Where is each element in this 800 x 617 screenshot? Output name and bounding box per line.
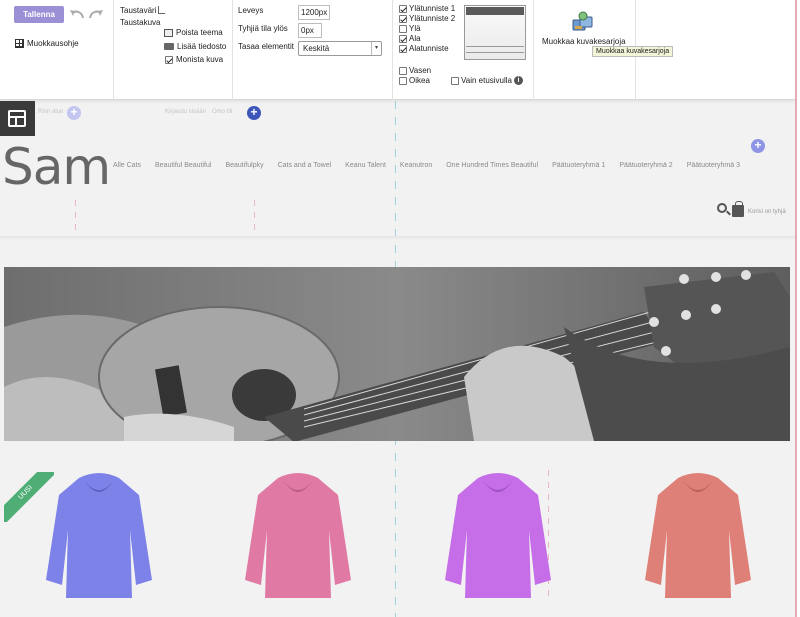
- preview-line: [466, 46, 524, 47]
- redo-icon[interactable]: [87, 6, 105, 22]
- main-navigation: Alle Cats Beautiful Beautiful Beautifulp…: [113, 162, 754, 169]
- product-hoodie[interactable]: [243, 470, 353, 602]
- hero-banner-image[interactable]: [4, 267, 790, 441]
- nav-item[interactable]: Päätuoteryhmä 2: [619, 162, 672, 169]
- top-label: Ylä: [409, 24, 421, 33]
- save-button[interactable]: Tallenna: [14, 6, 64, 23]
- layout-preview: [464, 5, 526, 60]
- left-toggle[interactable]: Vasen: [399, 66, 431, 75]
- header1-label: Ylätunniste 1: [409, 4, 456, 13]
- bottom-checkbox[interactable]: [399, 34, 407, 43]
- add-element-button[interactable]: +: [751, 139, 765, 153]
- footer-toggle[interactable]: Alatunniste: [399, 44, 449, 53]
- product-hoodie[interactable]: [44, 470, 154, 602]
- add-file-button[interactable]: Lisää tiedosto: [164, 42, 226, 51]
- preview-header-bar: [466, 7, 524, 15]
- toolbar-section-layout: Leveys 1200px Tyhjiä tila ylös 0px Tasaa…: [233, 0, 393, 100]
- width-label: Leveys: [238, 6, 264, 15]
- search-icon[interactable]: [717, 203, 727, 213]
- guide-marker: [254, 200, 255, 236]
- header-divider: [0, 236, 796, 240]
- faint-account-text: Omo tili: [212, 109, 233, 115]
- faint-top-left-text: Rinn alue: [38, 109, 64, 115]
- header2-checkbox[interactable]: [399, 14, 407, 23]
- remove-theme-button[interactable]: Poista teema: [164, 28, 223, 37]
- nav-item[interactable]: Cats and a Towel: [278, 162, 332, 169]
- product-hoodie[interactable]: [443, 470, 553, 602]
- header2-toggle[interactable]: Ylätunniste 2: [399, 14, 455, 23]
- bottom-label: Ala: [409, 34, 421, 43]
- nav-item[interactable]: Keanu Talent: [345, 162, 386, 169]
- duplicate-image-checkbox[interactable]: [165, 55, 173, 64]
- left-checkbox[interactable]: [399, 66, 407, 75]
- header1-toggle[interactable]: Ylätunniste 1: [399, 4, 455, 13]
- editor-screen: Tallenna Muokkausohje Taustaväri Taustak…: [0, 0, 800, 617]
- shopping-bag-icon[interactable]: [732, 201, 744, 217]
- top-space-label: Tyhjiä tila ylös: [238, 24, 288, 33]
- nav-item[interactable]: Beautifulpky: [225, 162, 263, 169]
- color-swatch-icon: [158, 6, 166, 14]
- top-checkbox[interactable]: [399, 24, 407, 33]
- nav-item[interactable]: Päätuoteryhmä 1: [552, 162, 605, 169]
- align-select-value: Keskitä: [303, 44, 330, 53]
- bottom-toggle[interactable]: Ala: [399, 34, 421, 43]
- add-file-label: Lisää tiedosto: [177, 42, 227, 51]
- right-label: Oikea: [409, 76, 430, 85]
- duplicate-image-toggle[interactable]: Monista kuva: [165, 55, 223, 64]
- header1-checkbox[interactable]: [399, 4, 407, 13]
- nav-item[interactable]: Päätuoteryhmä 3: [687, 162, 740, 169]
- left-label: Vasen: [409, 66, 432, 75]
- add-element-button[interactable]: +: [67, 106, 81, 120]
- nav-item[interactable]: Alle Cats: [113, 162, 141, 169]
- align-select[interactable]: Keskitä ▾: [298, 41, 382, 56]
- right-toggle[interactable]: Oikea: [399, 76, 430, 85]
- info-icon[interactable]: i: [514, 76, 523, 85]
- editing-guide-link[interactable]: Muokkausohje: [15, 39, 79, 48]
- chevron-down-icon: ▾: [371, 42, 381, 55]
- site-logo[interactable]: Sam: [2, 137, 111, 197]
- toolbar-section-background: Taustaväri Taustakuva Poista teema Lisää…: [114, 0, 233, 100]
- editing-guide-label: Muokkausohje: [27, 39, 79, 48]
- front-page-only-toggle[interactable]: Vain etusivulla i: [451, 76, 523, 85]
- undo-icon[interactable]: [68, 6, 86, 22]
- cart-status[interactable]: Korisi on tyhjä: [748, 209, 786, 215]
- right-checkbox[interactable]: [399, 76, 407, 85]
- nav-item[interactable]: Beautiful Beautiful: [155, 162, 211, 169]
- background-color-picker[interactable]: Taustaväri: [120, 6, 166, 15]
- toolbar-section-save: Tallenna Muokkausohje: [0, 0, 114, 100]
- folder-icon: [164, 43, 174, 50]
- guitar-photo: [4, 267, 790, 441]
- tooltip: Muokkaa kuvakesarjoja: [592, 46, 674, 57]
- top-space-input[interactable]: 0px: [298, 23, 322, 38]
- layout-panel-button[interactable]: [0, 101, 35, 136]
- add-element-button[interactable]: +: [247, 106, 261, 120]
- header2-label: Ylätunniste 2: [409, 14, 456, 23]
- layout-icon: [8, 110, 26, 127]
- trash-icon: [164, 28, 173, 37]
- preview-line: [466, 52, 524, 53]
- remove-theme-label: Poista teema: [176, 28, 223, 37]
- top-toggle[interactable]: Ylä: [399, 24, 421, 33]
- edit-galleries-link[interactable]: Muokkaa kuvakesarjoja: [542, 37, 626, 46]
- duplicate-image-label: Monista kuva: [176, 55, 224, 64]
- nav-item[interactable]: One Hundred Times Beautiful: [446, 162, 538, 169]
- gallery-icon[interactable]: [571, 11, 595, 33]
- front-page-only-label: Vain etusivulla: [461, 76, 512, 85]
- grid-icon: [15, 39, 24, 48]
- background-image-label[interactable]: Taustakuva: [120, 18, 160, 27]
- footer-checkbox[interactable]: [399, 44, 407, 53]
- faint-login-text: Kirjaudu sisään: [165, 109, 207, 115]
- product-hoodie[interactable]: [643, 470, 753, 602]
- align-label: Tasaa elementit: [238, 42, 295, 51]
- footer-label: Alatunniste: [409, 44, 449, 53]
- background-color-label: Taustaväri: [120, 6, 157, 15]
- guide-marker: [75, 200, 76, 236]
- nav-item[interactable]: Keanutron: [400, 162, 432, 169]
- front-page-only-checkbox[interactable]: [451, 76, 459, 85]
- editor-toolbar: Tallenna Muokkausohje Taustaväri Taustak…: [0, 0, 800, 100]
- width-input[interactable]: 1200px: [298, 5, 330, 20]
